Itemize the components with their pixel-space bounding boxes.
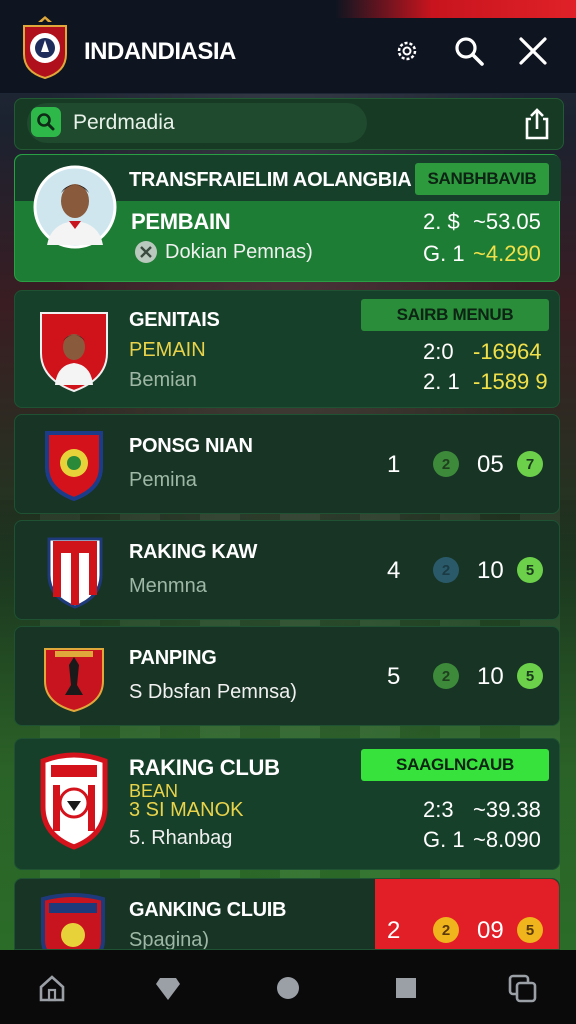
- stat-value: 2:0: [423, 339, 454, 364]
- rank-number: 4: [387, 557, 401, 584]
- score-value: 10: [477, 663, 504, 690]
- club-badge: [44, 648, 104, 713]
- status-badge: SAIRB MENUB: [361, 299, 549, 331]
- club-badge: [40, 752, 108, 850]
- list-item[interactable]: GENITAIS SAIRB MENUB PEMAIN Bemian 2:0 -…: [14, 290, 560, 408]
- action-dot-icon[interactable]: 5: [517, 663, 543, 689]
- stat-change: -16964: [473, 339, 542, 364]
- square-icon[interactable]: [390, 972, 422, 1004]
- multiwindow-icon[interactable]: [506, 972, 538, 1004]
- search-value: Perdmadia: [73, 111, 175, 134]
- rank-number: 5: [387, 663, 401, 690]
- status-badge: SAAGLNCAUB: [361, 749, 549, 781]
- item-subtitle: Dokian Pemnas): [165, 241, 313, 263]
- item-label: PEMAIN: [129, 339, 206, 361]
- close-icon[interactable]: [516, 34, 550, 68]
- item-title: RAKING CLUB: [129, 755, 280, 780]
- club-badge: [45, 431, 103, 501]
- list-item[interactable]: PANPING S Dbsfan Pemnsa) 5 2 10 5: [14, 626, 560, 726]
- stat-value: 2:3: [423, 797, 454, 822]
- club-badge: [47, 537, 103, 609]
- item-subtitle: Pemina: [129, 469, 197, 491]
- app-title: INDANDIASIA: [84, 38, 236, 65]
- stat-value: 2. 1: [423, 369, 460, 394]
- club-crest-logo: [23, 16, 67, 80]
- header-accent: [336, 0, 576, 18]
- bottom-navigation: [0, 950, 576, 1024]
- item-title: GANKING CLUIB: [129, 899, 287, 921]
- home-icon[interactable]: [36, 972, 68, 1004]
- item-subtitle: Menmna: [129, 575, 207, 597]
- app-header: INDANDIASIA: [0, 0, 576, 94]
- list-item[interactable]: RAKING CLUB SAAGLNCAUB BEAN 3 SI MANOK 5…: [14, 738, 560, 870]
- item-title: PONSG NIAN: [129, 435, 253, 457]
- search-icon[interactable]: [452, 34, 486, 68]
- indicator-dot: 2: [433, 557, 459, 583]
- club-badge: [40, 312, 108, 393]
- item-label-secondary: 3 SI MANOK: [129, 799, 244, 821]
- item-title: TRANSFRAIELIM AOLANGBIA: [129, 169, 412, 191]
- action-dot-icon[interactable]: 7: [517, 451, 543, 477]
- action-dot-icon[interactable]: 5: [517, 557, 543, 583]
- pin-icon: [135, 241, 157, 263]
- item-subtitle: 5. Rhanbag: [129, 827, 233, 849]
- circle-icon[interactable]: [272, 972, 304, 1004]
- score-value: 10: [477, 557, 504, 584]
- stat-value: G. 1: [423, 241, 465, 266]
- stat-value: 2. $: [423, 209, 460, 234]
- item-subtitle: Spagina): [129, 929, 210, 950]
- list-item[interactable]: GANKING CLUIB Spagina) 2 2 09 5: [14, 878, 560, 950]
- indicator-dot: 2: [433, 917, 459, 943]
- status-badge: SANBHBAVIB: [415, 163, 549, 195]
- player-avatar: [33, 165, 117, 249]
- stat-change: ~39.38: [473, 797, 541, 822]
- share-icon[interactable]: [521, 107, 553, 141]
- item-subtitle: Bemian: [129, 369, 197, 391]
- list-item[interactable]: PONSG NIAN Pemina 1 2 05 7: [14, 414, 560, 514]
- list-item[interactable]: RAKING KAW Menmna 4 2 10 5: [14, 520, 560, 620]
- search-bar: Perdmadia: [14, 98, 564, 150]
- item-title: RAKING KAW: [129, 541, 258, 563]
- item-label: PEMBAIN: [131, 209, 231, 234]
- settings-icon[interactable]: [390, 34, 424, 68]
- stat-change: -1589 9: [473, 369, 548, 394]
- rank-number: 1: [387, 451, 401, 478]
- rank-number: 2: [387, 917, 401, 944]
- item-title: GENITAIS: [129, 309, 220, 331]
- score-value: 09: [477, 917, 504, 944]
- indicator-dot: 2: [433, 451, 459, 477]
- action-dot-icon[interactable]: 5: [517, 917, 543, 943]
- stat-change: ~8.090: [473, 827, 541, 852]
- stat-change: ~4.290: [473, 241, 541, 266]
- stat-value: G. 1: [423, 827, 465, 852]
- indicator-dot: 2: [433, 663, 459, 689]
- item-title: PANPING: [129, 647, 217, 669]
- diamond-icon[interactable]: [152, 972, 184, 1004]
- club-badge: [41, 893, 105, 949]
- item-subtitle: S Dbsfan Pemnsa): [129, 681, 297, 703]
- list-item[interactable]: TRANSFRAIELIM AOLANGBIA SANBHBAVIB PEMBA…: [14, 154, 561, 282]
- score-value: 05: [477, 451, 504, 478]
- search-field-icon: [31, 107, 61, 137]
- stat-change: ~53.05: [473, 209, 541, 234]
